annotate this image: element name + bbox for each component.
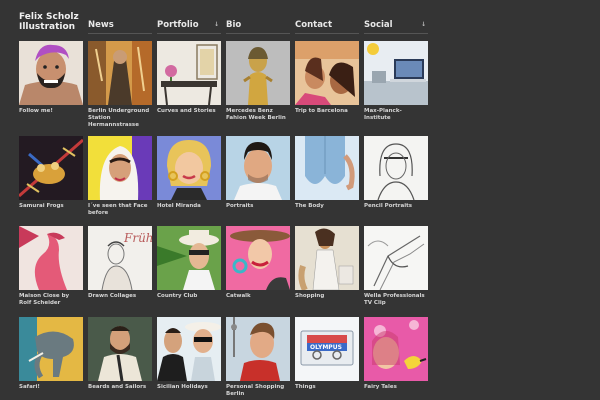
tile-hotel-miranda[interactable]: Hotel Miranda — [157, 136, 221, 210]
thumbnail — [157, 136, 221, 200]
thumbnail — [295, 226, 359, 290]
tile-caption: Hotel Miranda — [157, 203, 201, 209]
chevron-down-icon: ↓ — [420, 21, 426, 28]
thumbnail: OLYMPUS — [295, 317, 359, 381]
tile-catwalk[interactable]: Catwalk — [226, 226, 290, 300]
tile-caption: Fairy Tales — [364, 384, 397, 390]
tile-things[interactable]: OLYMPUS Things — [295, 317, 359, 391]
nav-news-label: News — [88, 20, 114, 30]
thumbnail — [19, 136, 83, 200]
tile-portraits[interactable]: Portraits — [226, 136, 290, 210]
tile-caption: Maison Close by Rolf Scheider — [19, 293, 70, 306]
tile-caption: Shopping — [295, 293, 325, 299]
tile-caption: Trip to Barcelona — [295, 108, 348, 114]
site-logo[interactable]: Felix Scholz Illustration — [19, 12, 89, 32]
thumbnail — [19, 226, 83, 290]
tile-caption: Portraits — [226, 203, 254, 209]
tile-berlin-underground[interactable]: Berlin Underground Station Hermannstrass… — [88, 41, 152, 129]
thumbnail — [295, 41, 359, 105]
chevron-down-icon: ↓ — [213, 21, 219, 28]
tile-caption: Wella Professionals TV Clip — [364, 293, 425, 306]
nav-social-label: Social — [364, 20, 393, 30]
tile-shopping[interactable]: Shopping — [295, 226, 359, 300]
tile-seen-that-face[interactable]: I´ve seen that Face before — [88, 136, 152, 217]
thumbnail — [19, 317, 83, 381]
tile-caption: Country Club — [157, 293, 198, 299]
nav-contact-label: Contact — [295, 20, 333, 30]
magazine-title-text: Früh — [123, 231, 152, 245]
thumbnail — [364, 41, 428, 105]
nav-bio[interactable]: Bio — [226, 20, 290, 34]
brand-name-line1: Felix Scholz — [19, 12, 79, 22]
tile-caption: Max-Planck-Institute — [364, 108, 402, 121]
nav-news[interactable]: News — [88, 20, 152, 34]
brand-name-line2: Illustration — [19, 22, 76, 32]
tile-caption: Beards and Sailors — [88, 384, 147, 390]
tile-caption: Berlin Underground Station Hermannstrass… — [88, 108, 150, 128]
cassette-brand-text: OLYMPUS — [310, 344, 342, 351]
tile-curves-and-stories[interactable]: Curves and Stories — [157, 41, 221, 115]
thumbnail — [19, 41, 83, 105]
tile-max-planck-institute[interactable]: Max-Planck-Institute — [364, 41, 428, 122]
tile-maison-close[interactable]: Maison Close by Rolf Scheider — [19, 226, 83, 307]
thumbnail — [364, 226, 428, 290]
tile-wella-professionals[interactable]: Wella Professionals TV Clip — [364, 226, 428, 307]
tile-caption: I´ve seen that Face before — [88, 203, 148, 216]
tile-caption: Personal Shopping Berlin — [226, 384, 285, 397]
thumbnail — [226, 136, 290, 200]
thumbnail — [88, 41, 152, 105]
tile-personal-shopping-berlin[interactable]: Personal Shopping Berlin — [226, 317, 290, 398]
tile-beards-and-sailors[interactable]: Beards and Sailors — [88, 317, 152, 391]
tile-trip-to-barcelona[interactable]: Trip to Barcelona — [295, 41, 359, 115]
tile-caption: Catwalk — [226, 293, 251, 299]
tile-caption: Safari! — [19, 384, 40, 390]
thumbnail — [364, 317, 428, 381]
thumbnail — [157, 226, 221, 290]
thumbnail — [226, 317, 290, 381]
tile-caption: Follow me! — [19, 108, 53, 114]
tile-caption: The Body — [295, 203, 324, 209]
thumbnail — [88, 136, 152, 200]
tile-caption: Drawn Collages — [88, 293, 137, 299]
thumbnail — [364, 136, 428, 200]
nav-bio-label: Bio — [226, 20, 242, 30]
thumbnail — [157, 317, 221, 381]
tile-follow-me[interactable]: Follow me! — [19, 41, 83, 115]
thumbnail: Früh — [88, 226, 152, 290]
tile-sicilian-holidays[interactable]: Sicilian Holidays — [157, 317, 221, 391]
tile-fairy-tales[interactable]: Fairy Tales — [364, 317, 428, 391]
tile-caption: Mercedes Benz Fahion Week Berlin — [226, 108, 286, 121]
tile-drawn-collages[interactable]: Früh Drawn Collages — [88, 226, 152, 300]
nav-social[interactable]: Social ↓ — [364, 20, 428, 34]
tile-caption: Things — [295, 384, 316, 390]
tile-caption: Samurai Frogs — [19, 203, 64, 209]
tile-the-body[interactable]: The Body — [295, 136, 359, 210]
thumbnail — [226, 41, 290, 105]
tile-mercedes-fashion-week[interactable]: Mercedes Benz Fahion Week Berlin — [226, 41, 290, 122]
nav-portfolio[interactable]: Portfolio ↓ — [157, 20, 221, 34]
tile-pencil-portraits[interactable]: Pencil Portraits — [364, 136, 428, 210]
tile-samurai-frogs[interactable]: Samurai Frogs — [19, 136, 83, 210]
tile-caption: Curves and Stories — [157, 108, 216, 114]
thumbnail — [157, 41, 221, 105]
thumbnail — [88, 317, 152, 381]
tile-caption: Pencil Portraits — [364, 203, 412, 209]
tile-safari[interactable]: Safari! — [19, 317, 83, 391]
tile-country-club[interactable]: Country Club — [157, 226, 221, 300]
thumbnail — [295, 136, 359, 200]
nav-portfolio-label: Portfolio — [157, 20, 199, 30]
nav-contact[interactable]: Contact — [295, 20, 359, 34]
thumbnail — [226, 226, 290, 290]
tile-caption: Sicilian Holidays — [157, 384, 208, 390]
